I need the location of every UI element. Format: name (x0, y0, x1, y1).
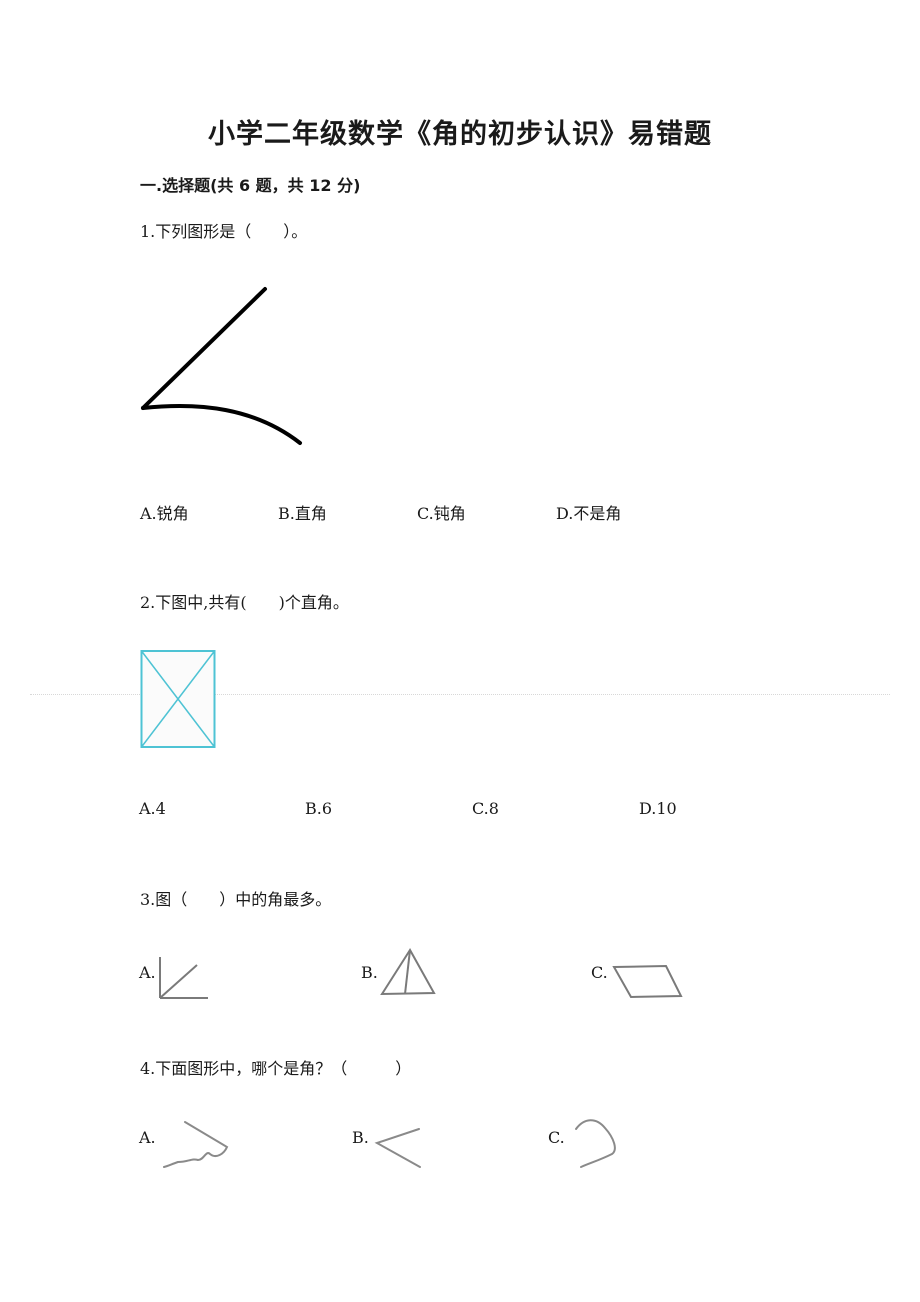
q4-figure-c (575, 1119, 616, 1168)
q4-figure-a (163, 1121, 229, 1168)
q4-figure-b (374, 1128, 421, 1168)
question-4-figures (163, 1119, 616, 1168)
